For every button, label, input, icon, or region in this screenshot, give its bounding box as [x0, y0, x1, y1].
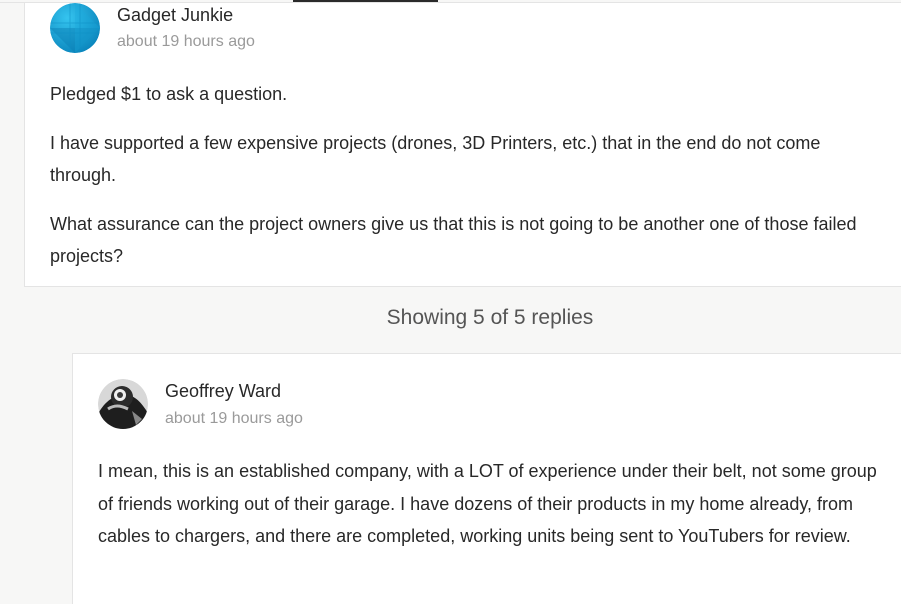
comment-paragraph: What assurance can the project owners gi… [50, 214, 857, 266]
reply-author[interactable]: Geoffrey Ward [165, 381, 281, 402]
user-avatar-icon [50, 3, 100, 53]
user-avatar-icon [98, 379, 148, 429]
reply-card: Geoffrey Ward about 19 hours ago I mean,… [72, 353, 901, 604]
comment-card: Gadget Junkie about 19 hours ago Pledged… [24, 3, 901, 287]
comments-page: Gadget Junkie about 19 hours ago Pledged… [0, 0, 901, 604]
avatar[interactable] [98, 379, 148, 429]
avatar[interactable] [50, 3, 100, 53]
reply-timestamp[interactable]: about 19 hours ago [165, 410, 303, 428]
replies-count-label: Showing 5 of 5 replies [386, 306, 594, 329]
comment-author[interactable]: Gadget Junkie [117, 5, 233, 26]
comment-paragraph: I have supported a few expensive project… [50, 133, 821, 185]
comment-paragraph: Pledged $1 to ask a question. [50, 84, 288, 104]
reply-paragraph: I mean, this is an established company, … [98, 461, 877, 547]
comment-timestamp[interactable]: about 19 hours ago [117, 33, 255, 51]
